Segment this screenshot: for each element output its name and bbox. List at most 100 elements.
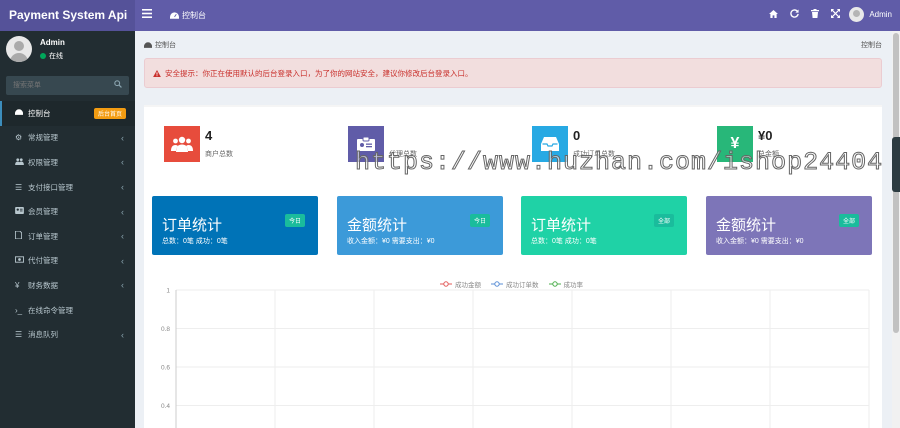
app-logo[interactable]: Payment System Api (0, 0, 135, 31)
dashboard-icon (144, 41, 152, 48)
main-content: 控制台 控制台 安全提示：你正在使用默认的后台登录入口，为了你的网站安全，建议你… (135, 31, 892, 428)
sidebar-item-dashboard[interactable]: 控制台 后台首页 (0, 101, 135, 126)
fullscreen-icon[interactable] (831, 9, 840, 22)
sidebar-user-name: Admin (40, 38, 65, 47)
sidebar-search (6, 76, 129, 95)
sidebar-item-commands[interactable]: ›_ 在线命令管理 (0, 298, 135, 323)
card-badge: 全部 (838, 214, 859, 227)
y-tick-label: 0.4 (161, 403, 170, 410)
breadcrumb-current: 控制台 (861, 42, 882, 49)
card-title: 订单统计 (162, 217, 223, 234)
avatar (6, 36, 32, 62)
chevron-left-icon: ‹ (121, 206, 124, 217)
home-icon[interactable] (769, 9, 778, 22)
chevron-left-icon: ‹ (121, 280, 124, 291)
breadcrumb[interactable]: 控制台 (144, 40, 176, 50)
sidebar: Admin 在线 控制台 后台首页 ⚙ 常规管理 ‹ 权限管理 ‹ (0, 31, 135, 428)
status-badge: 在线 (40, 51, 63, 61)
file-icon (14, 230, 27, 241)
sidebar-item-label: 订单管理 (28, 231, 58, 241)
money-icon (15, 256, 27, 265)
sidebar-item-label: 常规管理 (28, 133, 58, 143)
chevron-left-icon: ‹ (121, 182, 124, 193)
user-name: Admin (869, 10, 892, 19)
home-badge: 后台首页 (93, 108, 126, 119)
refresh-icon[interactable] (790, 9, 799, 22)
yen-icon: ¥ (15, 280, 20, 290)
card-sub: 总数：0笔 成功：0笔 (531, 238, 597, 245)
tab-dashboard[interactable]: 控制台 (170, 9, 206, 22)
sidebar-item-payout[interactable]: 代付管理 ‹ (0, 249, 135, 274)
chevron-left-icon: ‹ (121, 132, 124, 143)
list-icon: ☰ (15, 182, 23, 192)
sidebar-menu: 控制台 后台首页 ⚙ 常规管理 ‹ 权限管理 ‹ ☰ 支付接口管理 ‹ 会员管理… (0, 101, 135, 347)
dashboard-icon (170, 11, 179, 19)
stat-label: 成功订单总数 (573, 151, 615, 158)
avatar (849, 7, 865, 22)
stat-label: 总金额 (758, 151, 779, 158)
chevron-left-icon: ‹ (121, 231, 124, 242)
status-text: 在线 (49, 53, 63, 60)
list-icon: ☰ (15, 330, 23, 340)
stat-value: ¥0 (758, 128, 773, 143)
card-badge: 全部 (653, 214, 674, 227)
card-sub: 总数：0笔 成功：0笔 (162, 238, 228, 245)
group-icon (15, 158, 27, 167)
alert-text: 安全提示：你正在使用默认的后台登录入口，为了你的网站安全，建议你修改后台登录入口… (165, 68, 473, 78)
sidebar-item-label: 代付管理 (28, 256, 58, 266)
stat-value: 0 (573, 128, 581, 143)
card-badge: 今日 (284, 214, 305, 227)
card-all-amount: 金额统计 全部 收入金额：¥0 需要支出：¥0 (706, 196, 872, 255)
online-dot-icon (40, 53, 46, 59)
y-tick-label: 0.6 (161, 365, 170, 372)
sidebar-item-label: 权限管理 (28, 157, 58, 167)
dashboard-panel: 4 商户总数 代理总数 0 成功订单总数 ¥ ¥0 总金额 订单统计 今日 总数… (144, 105, 882, 428)
side-toggle-tab[interactable] (892, 137, 900, 192)
card-title: 金额统计 (347, 217, 408, 234)
stat-label: 商户总数 (205, 151, 233, 158)
chevron-left-icon: ‹ (121, 255, 124, 266)
sidebar-item-finance[interactable]: ¥ 财务数据 ‹ (0, 273, 135, 298)
sidebar-item-label: 控制台 (28, 108, 51, 118)
card-all-orders: 订单统计 全部 总数：0笔 成功：0笔 (521, 196, 687, 255)
user-card-icon (15, 207, 27, 216)
breadcrumb-label: 控制台 (155, 42, 176, 49)
stat-label: 代理总数 (389, 151, 417, 158)
card-badge: 今日 (469, 214, 490, 227)
sidebar-item-label: 消息队列 (28, 330, 58, 340)
security-alert: 安全提示：你正在使用默认的后台登录入口，为了你的网站安全，建议你修改后台登录入口… (144, 58, 882, 88)
sidebar-item-orders[interactable]: 订单管理 ‹ (0, 224, 135, 249)
trash-icon[interactable] (811, 9, 819, 22)
search-input[interactable] (6, 76, 129, 95)
yen-icon: ¥ (717, 126, 753, 162)
sidebar-item-permissions[interactable]: 权限管理 ‹ (0, 150, 135, 175)
user-menu[interactable]: Admin (849, 7, 892, 22)
sidebar-item-general[interactable]: ⚙ 常规管理 ‹ (0, 126, 135, 151)
sidebar-item-label: 会员管理 (28, 207, 58, 217)
sidebar-item-queue[interactable]: ☰ 消息队列 ‹ (0, 322, 135, 347)
warning-icon (153, 69, 161, 77)
tab-label: 控制台 (182, 11, 206, 20)
sidebar-item-label: 财务数据 (28, 280, 58, 290)
card-today-amount: 金额统计 今日 收入金额：¥0 需要支出：¥0 (337, 196, 503, 255)
sidebar-item-label: 在线命令管理 (28, 305, 73, 315)
sidebar-item-members[interactable]: 会员管理 ‹ (0, 199, 135, 224)
inbox-icon (532, 126, 568, 162)
top-icon-group (769, 9, 840, 22)
card-today-orders: 订单统计 今日 总数：0笔 成功：0笔 (152, 196, 318, 255)
cogs-icon: ⚙ (15, 133, 23, 143)
y-tick-label: 0.8 (161, 326, 170, 333)
sidebar-item-payment-api[interactable]: ☰ 支付接口管理 ‹ (0, 175, 135, 200)
y-tick-label: 1 (166, 288, 170, 295)
chevron-left-icon: ‹ (121, 329, 124, 340)
chevron-left-icon: ‹ (121, 157, 124, 168)
terminal-icon: ›_ (15, 305, 23, 315)
card-sub: 收入金额：¥0 需要支出：¥0 (716, 238, 804, 245)
card-title: 金额统计 (716, 217, 777, 234)
hamburger-icon[interactable] (142, 8, 152, 22)
line-chart: 1 0.8 0.6 0.4 (161, 288, 870, 428)
sidebar-item-label: 支付接口管理 (28, 182, 73, 192)
top-navbar: Payment System Api 控制台 Admin (0, 0, 900, 31)
search-icon[interactable] (114, 80, 122, 88)
dashboard-icon (15, 109, 27, 118)
